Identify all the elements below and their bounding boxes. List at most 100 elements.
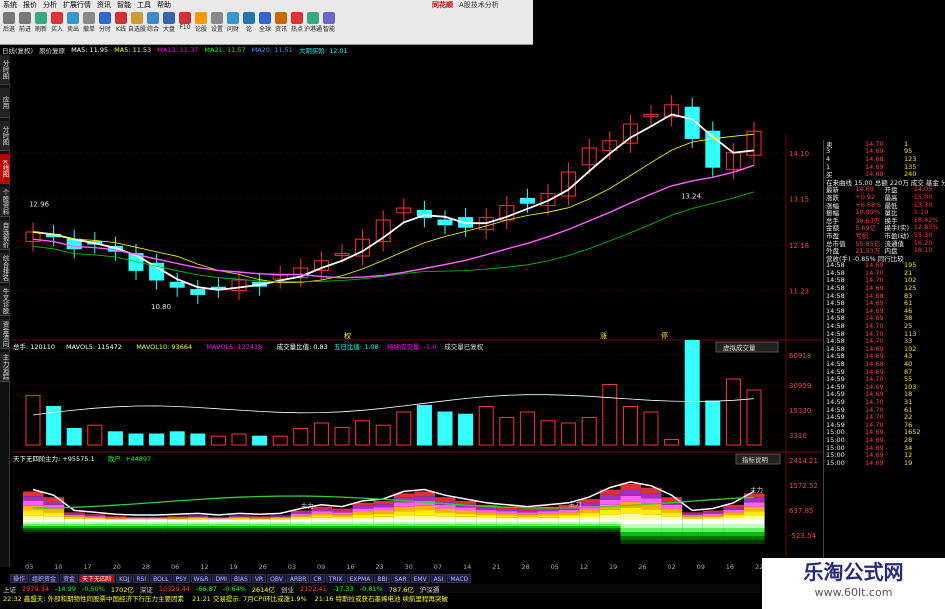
indicator-bar-up	[455, 516, 477, 520]
menu-item[interactable]: 报价	[23, 0, 37, 10]
toolbar-button[interactable]: 沪港通	[304, 11, 322, 33]
toolbar-button[interactable]: 设置	[210, 11, 224, 33]
date-tick: 21	[492, 563, 500, 571]
indicator-tab[interactable]: 组织资金	[29, 573, 60, 583]
virtual-volume-button[interactable]: 虚拟成交量	[715, 341, 779, 353]
vertical-tab[interactable]: 自选报价	[0, 220, 10, 250]
toolbar-button[interactable]: 综合	[146, 11, 160, 33]
toolbar-button[interactable]: 刷新	[34, 11, 48, 33]
vertical-tab[interactable]: 综合排名	[0, 253, 10, 283]
watermark: 乐淘公式网 www.60lt.com	[762, 558, 945, 609]
indicator-bar-down	[414, 528, 435, 530]
indicator-tab[interactable]: ARBR	[286, 573, 310, 583]
menu-item[interactable]: 扩展行情	[63, 0, 91, 10]
toolbar-button[interactable]: 大盘	[162, 11, 176, 33]
indicator-bar-down	[558, 522, 580, 524]
indicator-tab[interactable]: 资金	[60, 573, 79, 583]
news-item[interactable]: 22:32 鑫盟夫: 外部和期物性同股票中国经济下行压力主要因素	[3, 593, 184, 603]
indicator-tab[interactable]: CR	[310, 573, 325, 583]
toolbar-button[interactable]: 智能	[322, 11, 336, 33]
indicator-tab[interactable]: BOLL	[150, 573, 172, 583]
news-item[interactable]: 21:21 交易提示: 7月CPI环比或涨1.9%	[192, 593, 307, 603]
indicator-tab[interactable]: SAR	[391, 573, 410, 583]
indicator-bar-down	[393, 520, 415, 522]
indicator-bar-down	[249, 522, 271, 524]
menu-item[interactable]: 分析	[43, 0, 57, 10]
indicator-tab[interactable]: EXPMA	[346, 573, 374, 583]
indicator-bar-down	[23, 526, 44, 528]
indicator-bar-up	[517, 514, 538, 517]
indicator-tab[interactable]: RSI	[133, 573, 150, 583]
indicator-tab[interactable]: MACD	[447, 573, 472, 583]
indicator-tab[interactable]: PSY	[172, 573, 190, 583]
indicator-tab[interactable]: 操作	[10, 573, 29, 583]
indicator-bar-up	[146, 517, 168, 518]
vertical-tab[interactable]: K线图	[0, 154, 10, 184]
indicator-tab[interactable]: VR	[251, 573, 267, 583]
toolbar-button[interactable]: 问财	[226, 11, 240, 33]
vertical-tab[interactable]: 主力追踪	[0, 352, 10, 382]
indicator-tab[interactable]: BBI	[374, 573, 391, 583]
indicator-tab[interactable]: W&R	[190, 573, 212, 583]
menu-item[interactable]: 智能	[117, 0, 131, 10]
menu-item[interactable]: 工具	[137, 0, 151, 10]
toolbar-button[interactable]: 前进	[18, 11, 32, 33]
toolbar-button[interactable]: 后退	[2, 11, 16, 33]
toolbar-button[interactable]: 自选股	[128, 11, 146, 33]
indicator-bar-up	[620, 489, 641, 496]
vertical-tab[interactable]: 资金流向	[0, 319, 10, 349]
toolbar-button[interactable]: 论	[242, 11, 256, 33]
vertical-tab[interactable]: 个股资料	[0, 187, 10, 217]
toolbar-label: 问财	[226, 26, 239, 33]
menu-item[interactable]: 资讯	[97, 0, 111, 10]
indicator-bar-up	[311, 513, 332, 516]
toolbar-icon	[115, 12, 127, 24]
vertical-tab[interactable]: 牛叉诊股	[0, 286, 10, 316]
indicator-bar-down	[270, 522, 291, 524]
indicator-tab[interactable]: EMV	[410, 573, 430, 583]
button-label: 指标说明	[742, 455, 769, 464]
indicator-bar-down	[455, 530, 477, 532]
indicator-bar-down	[558, 528, 580, 530]
indicator-bar-up	[167, 518, 188, 519]
indicator-tab[interactable]: DMI	[212, 573, 231, 583]
vertical-tab[interactable]: 分时图	[0, 55, 10, 85]
vertical-tab[interactable]: 应用	[0, 88, 10, 118]
indicator-bar-up	[270, 517, 291, 519]
toolbar-button[interactable]: 分时	[98, 11, 112, 33]
indicator-tab[interactable]: KDJ	[116, 573, 133, 583]
indicator-bar-up	[229, 517, 250, 519]
tick-price: 14.69	[865, 458, 884, 467]
toolbar-button[interactable]: F10	[178, 11, 192, 31]
menu-item[interactable]: 系统	[3, 0, 17, 10]
indicator-tab[interactable]: BIAS	[231, 573, 251, 583]
toolbar-button[interactable]: 热点	[290, 11, 304, 33]
indicator-bar-down	[414, 526, 435, 528]
indicator-tab[interactable]: TRIX	[325, 573, 346, 583]
toolbar-button[interactable]: K线	[114, 11, 128, 33]
toolbar-button[interactable]: 买入	[50, 11, 64, 33]
volume-readout: 总手: 120110	[13, 342, 55, 351]
indicator-help-button[interactable]: 指标说明	[735, 453, 781, 465]
indicator-bar-down	[373, 530, 394, 532]
volume-bar	[416, 404, 432, 446]
menu-item[interactable]: 帮助	[157, 0, 171, 10]
volume-readout: 成交量比值: 0.83	[277, 342, 328, 351]
indicator-tab[interactable]: 天下无四阶	[79, 573, 116, 583]
indicator-bar-down	[538, 526, 559, 528]
indicator-bar-up	[373, 507, 394, 511]
toolbar-button[interactable]: 资讯	[274, 11, 288, 33]
indicator-tab[interactable]: ASI	[430, 573, 447, 583]
indicator-bar-up	[496, 511, 518, 514]
toolbar-button[interactable]: 卖出	[66, 11, 80, 33]
news-item[interactable]: 21:16 特斯拉或获石墨烯电池 续航里程再突破	[315, 593, 448, 603]
vertical-tab[interactable]: 分时图	[0, 121, 10, 151]
indicator-tab[interactable]: OBV	[267, 573, 286, 583]
toolbar-button[interactable]: 全球	[258, 11, 272, 33]
indicator-bar-up	[208, 516, 229, 518]
toolbar-icon	[51, 12, 63, 24]
indicator-bar-down	[352, 522, 374, 524]
toolbar-button[interactable]: 论股	[194, 11, 208, 33]
toolbar-button[interactable]: 撤单	[82, 11, 96, 33]
indicator-bar-up	[538, 508, 559, 512]
